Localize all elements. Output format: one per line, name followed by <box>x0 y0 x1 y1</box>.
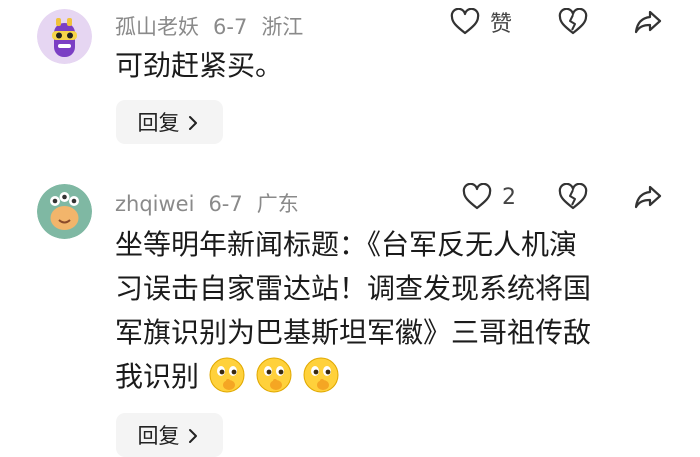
thinking-face-emoji <box>302 356 340 394</box>
chevron-right-icon <box>184 426 202 444</box>
like-button[interactable]: 2 <box>462 175 516 219</box>
comment-date: 6-7 <box>213 15 248 39</box>
comment-location: 广东 <box>256 192 299 216</box>
dislike-button[interactable] <box>558 0 588 44</box>
comment-text-line: 坐等明年新闻标题：《台军反无人机演 <box>115 228 578 261</box>
share-button[interactable] <box>633 0 663 44</box>
like-label: 赞 <box>490 12 513 37</box>
reply-button[interactable]: 回复 <box>116 100 223 144</box>
heart-icon <box>450 8 480 36</box>
like-count: 2 <box>502 184 516 210</box>
purple-cartoon-avatar[interactable] <box>37 9 92 64</box>
username[interactable]: 孤山老妖 <box>115 15 199 39</box>
chevron-right-icon <box>184 113 202 131</box>
comment-text: 可劲赶紧买。 <box>115 49 284 82</box>
comment-item: 孤山老妖 6-7 浙江 可劲赶紧买。 回复 赞 <box>0 0 700 160</box>
broken-heart-icon <box>558 8 588 36</box>
reply-label: 回复 <box>137 424 180 448</box>
share-button[interactable] <box>633 175 663 219</box>
dislike-button[interactable] <box>558 175 588 219</box>
reply-label: 回复 <box>137 111 180 135</box>
comment-text-line: 我识别 <box>115 360 200 393</box>
broken-heart-icon <box>558 183 588 211</box>
reply-button[interactable]: 回复 <box>116 413 223 457</box>
thinking-face-emoji <box>255 356 293 394</box>
comment-meta: 孤山老妖 6-7 浙江 <box>115 11 317 41</box>
share-arrow-icon <box>633 183 663 211</box>
username[interactable]: zhqiwei <box>115 192 194 216</box>
like-button[interactable]: 赞 <box>450 0 512 44</box>
comment-date: 6-7 <box>208 192 243 216</box>
comment-text-line: 习误击自家雷达站！调查发现系统将国 <box>115 272 592 305</box>
comment-meta: zhqiwei 6-7 广东 <box>115 188 313 218</box>
comment-text-line-last: 我识别 <box>115 355 675 399</box>
comment-location: 浙江 <box>261 15 304 39</box>
share-arrow-icon <box>633 8 663 36</box>
comment-item: zhqiwei 6-7 广东 坐等明年新闻标题：《台军反无人机演 习误击自家雷达站！… <box>0 175 700 457</box>
comment-text: 坐等明年新闻标题：《台军反无人机演 习误击自家雷达站！调查发现系统将国 军旗识别… <box>115 223 675 399</box>
thinking-face-emoji <box>208 356 246 394</box>
heart-icon <box>462 183 492 211</box>
teal-cartoon-avatar[interactable] <box>37 184 92 239</box>
comment-text-line: 军旗识别为巴基斯坦军徽》三哥祖传敌 <box>115 316 592 349</box>
